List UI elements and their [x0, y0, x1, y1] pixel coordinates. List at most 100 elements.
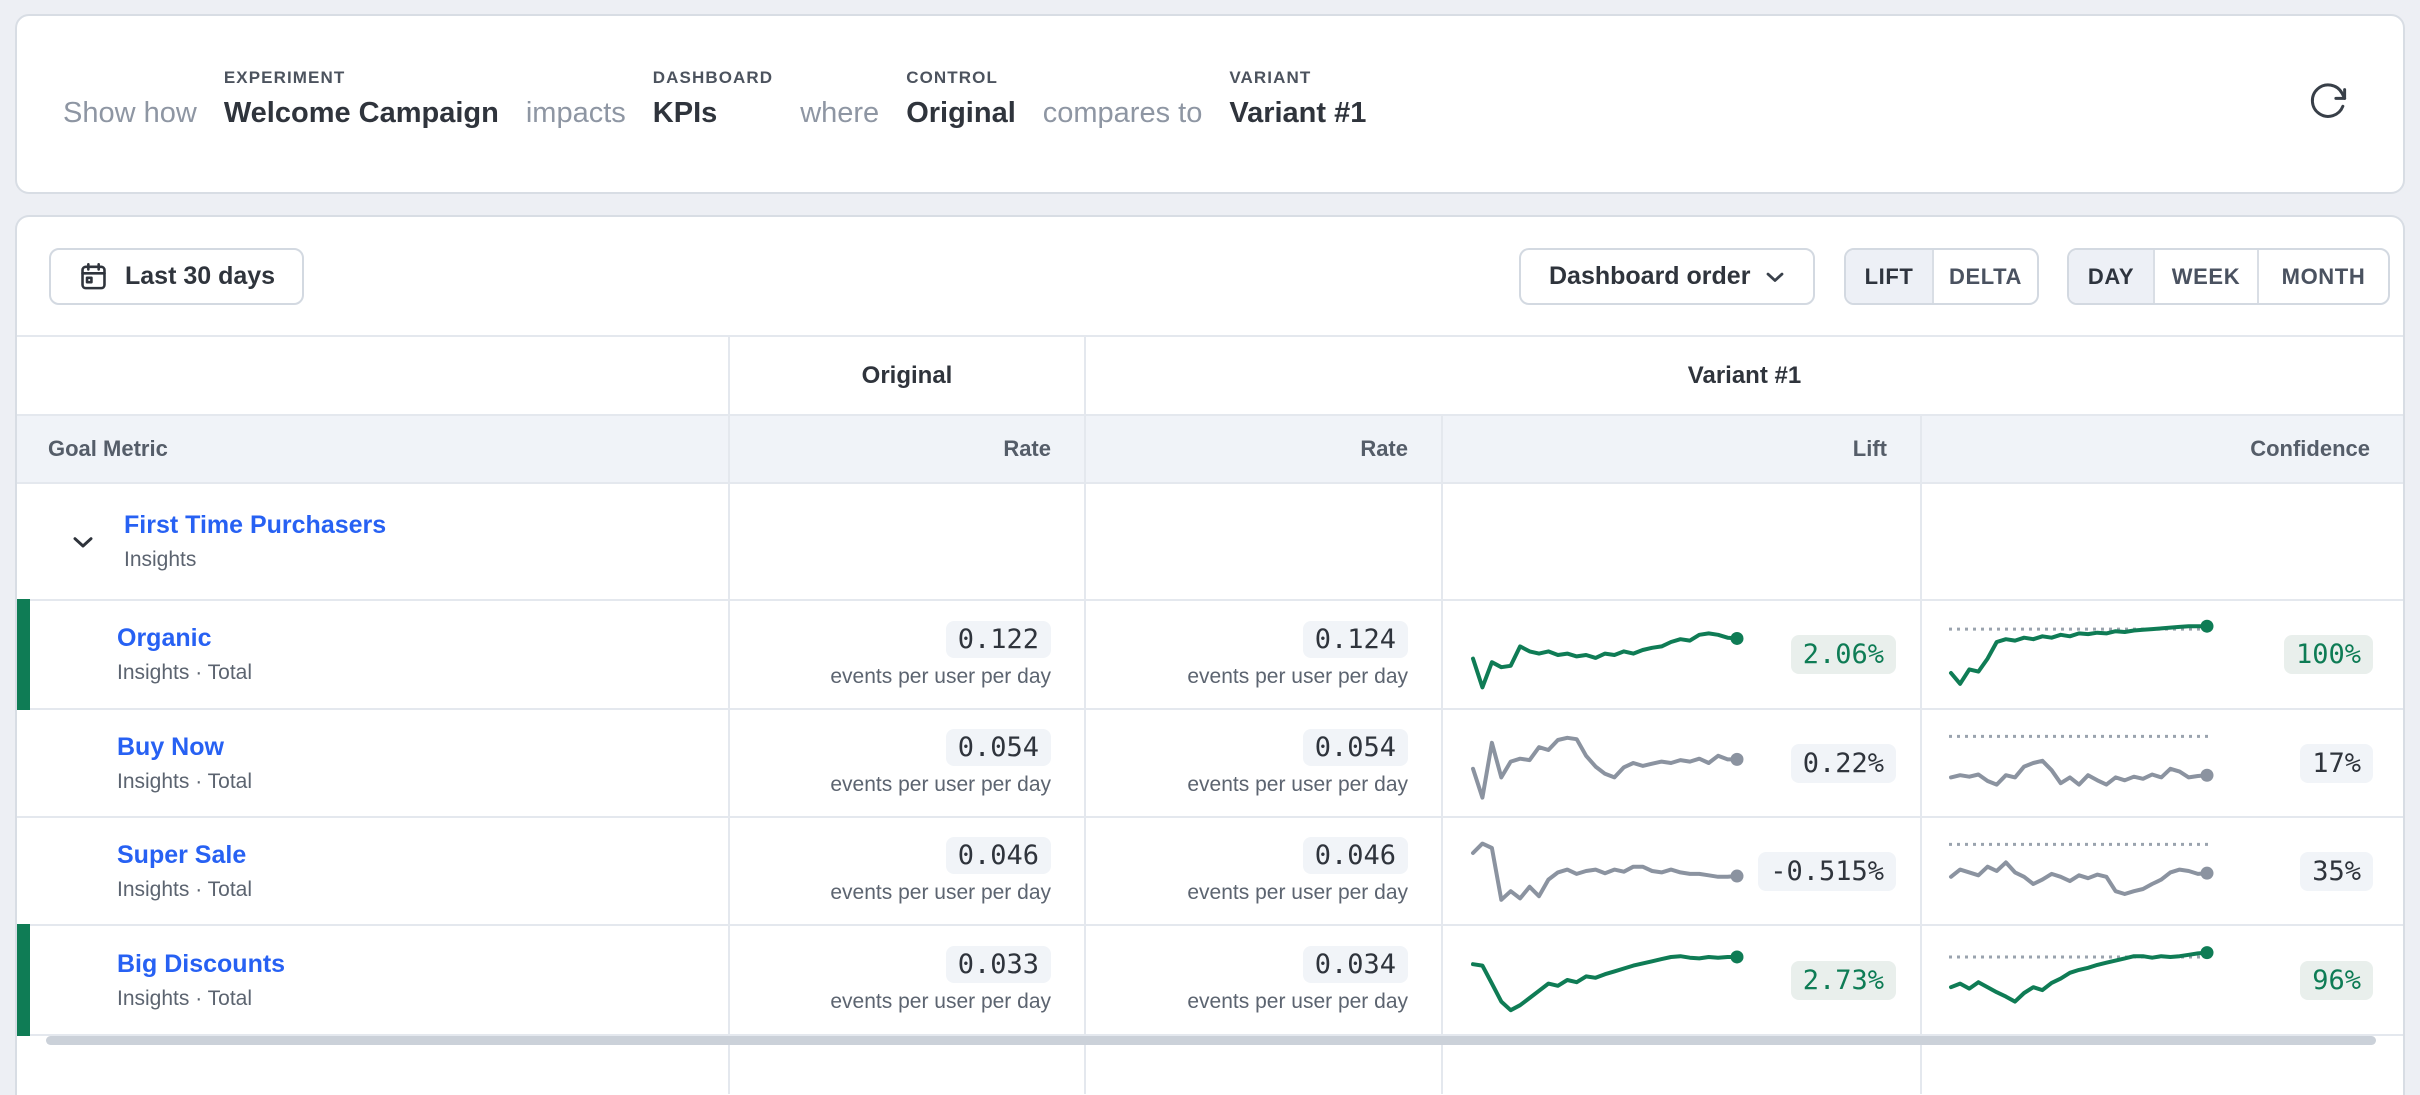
- variant-rate-value: 0.034: [1303, 946, 1408, 983]
- experiment-summary-card: Show how EXPERIMENT Welcome Campaign imp…: [15, 14, 2405, 194]
- experiment-label: EXPERIMENT: [224, 68, 346, 88]
- experiment-selector[interactable]: EXPERIMENT Welcome Campaign: [224, 68, 499, 133]
- toggle-option-delta[interactable]: DELTA: [1932, 250, 2037, 303]
- phrase-connector: impacts: [526, 96, 626, 133]
- calendar-icon: [78, 261, 109, 292]
- lift-value: 0.22%: [1791, 744, 1896, 783]
- date-range-button[interactable]: Last 30 days: [49, 248, 304, 305]
- toggle-option-day[interactable]: DAY: [2069, 250, 2153, 303]
- group-header-control: Original: [730, 337, 1086, 414]
- phrase-connector: where: [800, 96, 879, 133]
- lift-delta-toggle: LIFT DELTA: [1844, 248, 2039, 305]
- results-table: Original Variant #1 Goal Metric Rate Rat…: [17, 335, 2403, 1094]
- dashboard-order-dropdown[interactable]: Dashboard order: [1519, 248, 1815, 305]
- confidence-value: 100%: [2284, 635, 2373, 674]
- metric-link[interactable]: Organic: [117, 624, 252, 653]
- lift-value: -0.515%: [1758, 852, 1896, 891]
- control-rate-value: 0.033: [946, 946, 1051, 983]
- experiment-value[interactable]: Welcome Campaign: [224, 96, 499, 133]
- metric-link[interactable]: Buy Now: [117, 733, 252, 762]
- control-value[interactable]: Original: [906, 96, 1016, 133]
- empty-cell: [1443, 484, 1922, 599]
- metric-source: Insights · Total: [117, 987, 285, 1011]
- table-group-header-row: Original Variant #1: [17, 335, 2403, 414]
- lift-sparkline: [1469, 611, 1751, 699]
- control-rate-value: 0.122: [946, 621, 1051, 658]
- toggle-option-lift[interactable]: LIFT: [1846, 250, 1932, 303]
- toggle-option-week[interactable]: WEEK: [2153, 250, 2257, 303]
- lift-sparkline: [1469, 936, 1751, 1024]
- control-selector[interactable]: CONTROL Original: [906, 68, 1016, 133]
- phrase-connector: Show how: [63, 96, 197, 133]
- metric-source: Insights · Total: [117, 770, 252, 794]
- confidence-sparkline: [1947, 827, 2221, 915]
- significance-accent-bar: [17, 924, 30, 1036]
- rate-unit: events per user per day: [1187, 881, 1408, 905]
- dashboard-order-label: Dashboard order: [1549, 262, 1750, 291]
- table-row-first-time-purchasers: First Time Purchasers Insights: [17, 482, 2403, 599]
- lift-value: 2.06%: [1791, 635, 1896, 674]
- control-rate-value: 0.046: [946, 837, 1051, 874]
- column-control-rate: Rate: [730, 416, 1086, 482]
- rate-unit: events per user per day: [1187, 990, 1408, 1014]
- date-range-label: Last 30 days: [125, 262, 275, 291]
- rate-unit: events per user per day: [1187, 773, 1408, 797]
- rate-unit: events per user per day: [830, 990, 1051, 1014]
- rate-unit: events per user per day: [830, 665, 1051, 689]
- variant-rate-value: 0.046: [1303, 837, 1408, 874]
- table-row-organic: Organic Insights · Total 0.122 events pe…: [17, 599, 2403, 708]
- control-rate-value: 0.054: [946, 729, 1051, 766]
- column-lift: Lift: [1443, 416, 1922, 482]
- toggle-option-month[interactable]: MONTH: [2257, 250, 2388, 303]
- variant-rate-value: 0.124: [1303, 621, 1408, 658]
- empty-cell: [730, 484, 1086, 599]
- variant-label: VARIANT: [1229, 68, 1311, 88]
- table-column-header-row: Goal Metric Rate Rate Lift Confidence: [17, 414, 2403, 482]
- rate-unit: events per user per day: [830, 881, 1051, 905]
- dashboard-label: DASHBOARD: [653, 68, 773, 88]
- table-row-big-discounts: Big Discounts Insights · Total 0.033 eve…: [17, 924, 2403, 1034]
- confidence-value: 96%: [2300, 961, 2373, 1000]
- confidence-value: 35%: [2300, 852, 2373, 891]
- metric-source: Insights · Total: [117, 661, 252, 685]
- group-header-spacer: [17, 337, 730, 414]
- variant-selector[interactable]: VARIANT Variant #1: [1229, 68, 1366, 133]
- confidence-sparkline: [1947, 719, 2221, 807]
- phrase-connector: compares to: [1043, 96, 1203, 133]
- metric-link[interactable]: Super Sale: [117, 841, 252, 870]
- granularity-toggle: DAY WEEK MONTH: [2067, 248, 2390, 305]
- confidence-value: 17%: [2300, 744, 2373, 783]
- metric-source: Insights: [124, 548, 386, 572]
- experiment-results-card: Last 30 days Dashboard order LIFT DELTA …: [15, 215, 2405, 1095]
- lift-sparkline: [1469, 827, 1751, 915]
- dashboard-value[interactable]: KPIs: [653, 96, 717, 133]
- control-label: CONTROL: [906, 68, 998, 88]
- column-goal-metric: Goal Metric: [17, 416, 730, 482]
- lift-sparkline: [1469, 719, 1751, 807]
- table-row-buy-now: Buy Now Insights · Total 0.054 events pe…: [17, 708, 2403, 816]
- metric-link[interactable]: First Time Purchasers: [124, 511, 386, 540]
- variant-rate-value: 0.054: [1303, 729, 1408, 766]
- horizontal-scrollbar-thumb[interactable]: [46, 1036, 2376, 1045]
- confidence-sparkline: [1947, 611, 2221, 699]
- significance-accent-bar: [17, 599, 30, 710]
- chevron-down-icon[interactable]: [67, 526, 99, 558]
- variant-value[interactable]: Variant #1: [1229, 96, 1366, 133]
- table-row-super-sale: Super Sale Insights · Total 0.046 events…: [17, 816, 2403, 924]
- confidence-sparkline: [1947, 936, 2221, 1024]
- group-header-variant: Variant #1: [1086, 337, 2403, 414]
- metric-source: Insights · Total: [117, 878, 252, 902]
- lift-value: 2.73%: [1791, 961, 1896, 1000]
- column-confidence: Confidence: [1922, 416, 2403, 482]
- rate-unit: events per user per day: [830, 773, 1051, 797]
- empty-cell: [1922, 484, 2403, 599]
- empty-cell: [1086, 484, 1443, 599]
- refresh-button[interactable]: [2305, 78, 2351, 124]
- rate-unit: events per user per day: [1187, 665, 1408, 689]
- metric-link[interactable]: Big Discounts: [117, 950, 285, 979]
- refresh-icon: [2307, 80, 2349, 122]
- column-variant-rate: Rate: [1086, 416, 1443, 482]
- experiment-phrase: Show how EXPERIMENT Welcome Campaign imp…: [63, 68, 1366, 133]
- chevron-down-icon: [1761, 263, 1789, 291]
- dashboard-selector[interactable]: DASHBOARD KPIs: [653, 68, 773, 133]
